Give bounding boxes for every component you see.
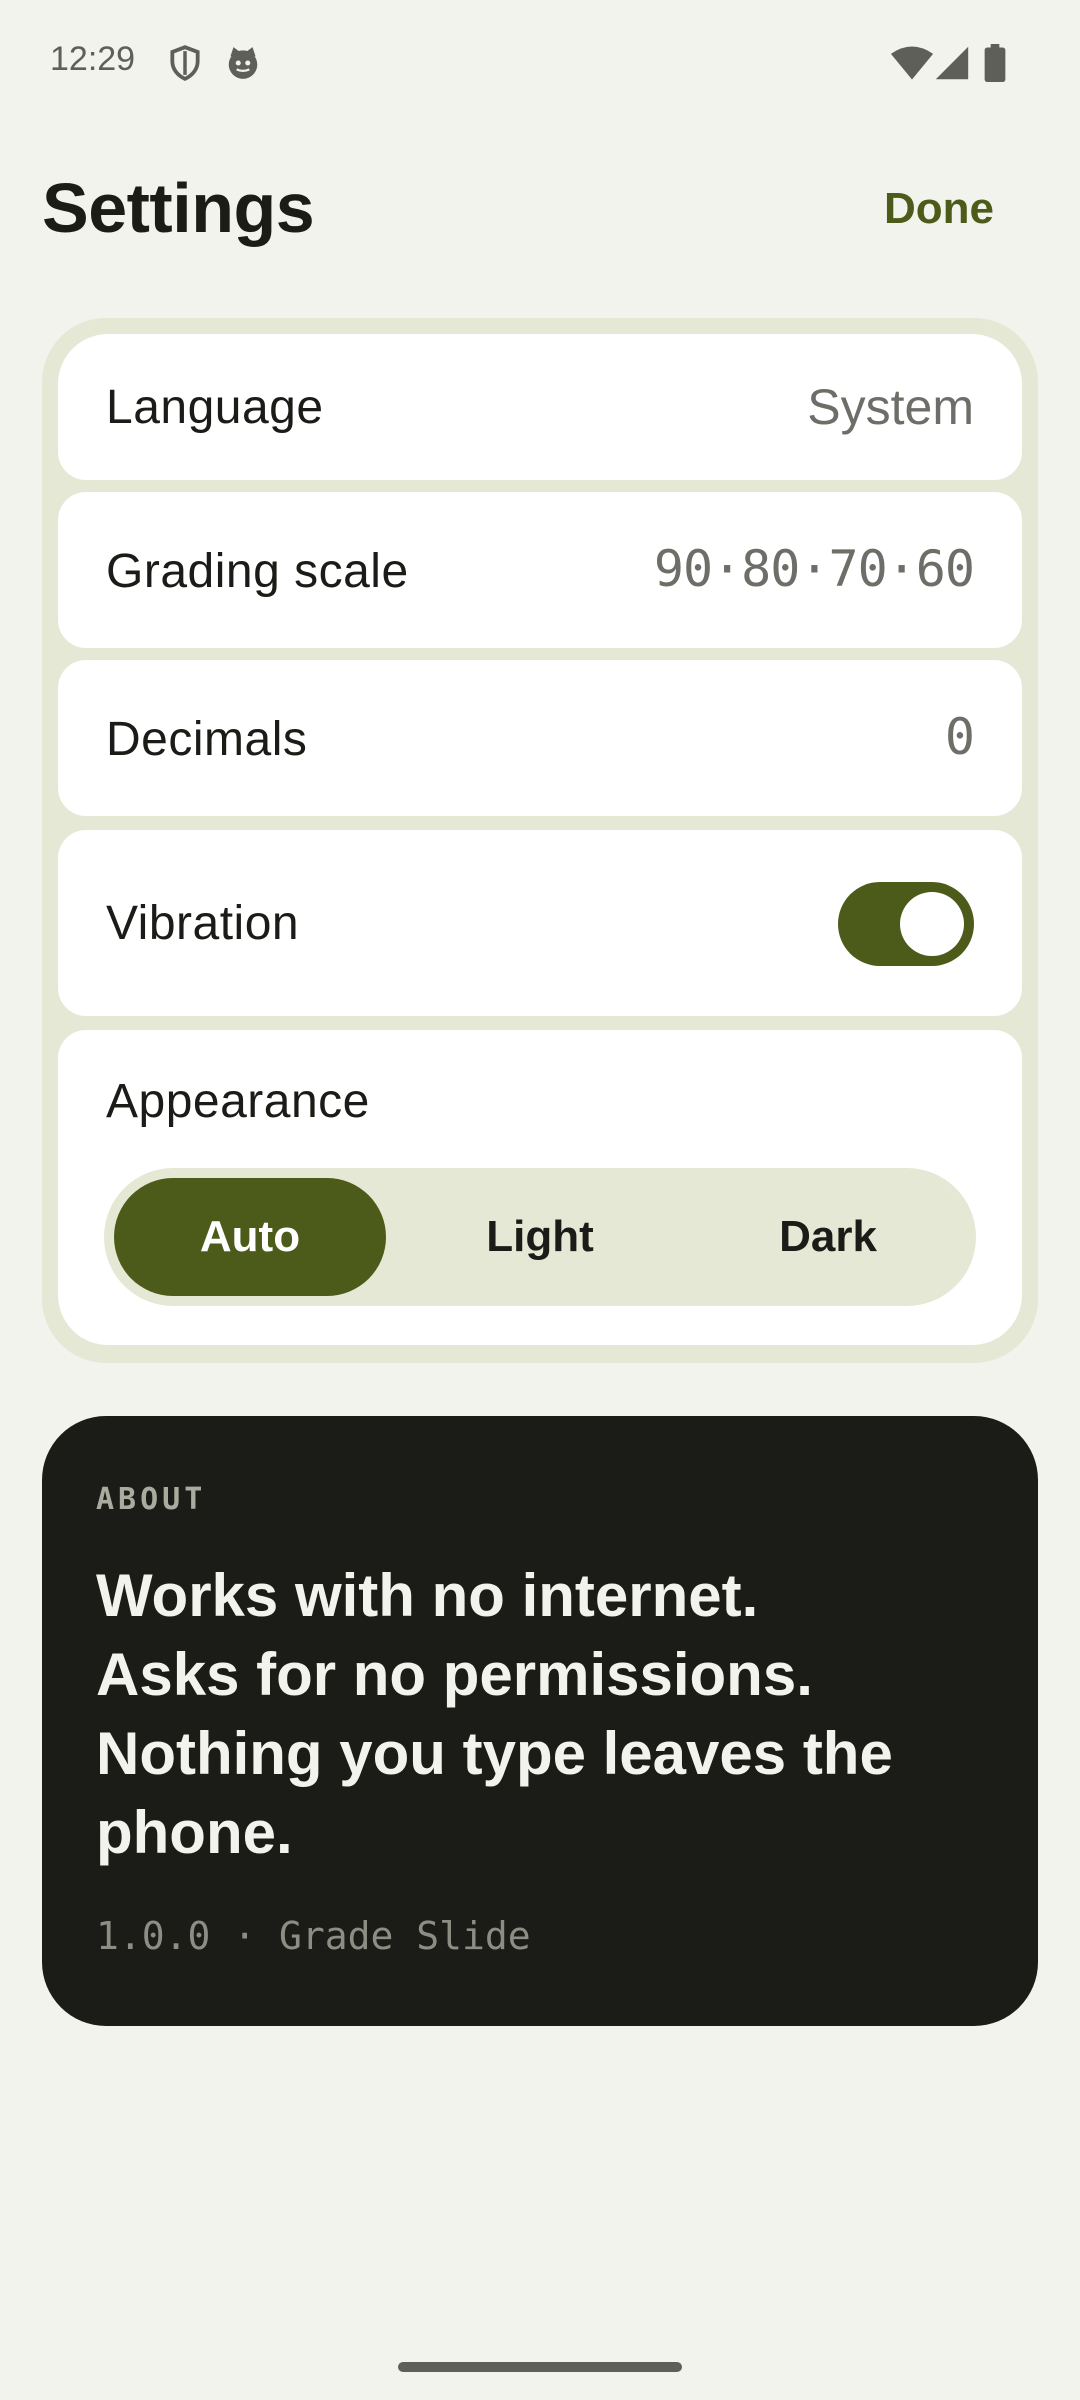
decimals-value: 0	[944, 708, 975, 766]
appearance-option-dark[interactable]: Dark	[692, 1178, 964, 1296]
app-version: 1.0.0 · Grade Slide	[96, 1914, 531, 1958]
grading-scale-value: 90·80·70·60	[653, 540, 975, 598]
appearance-label: Appearance	[106, 1075, 370, 1128]
setting-decimals[interactable]: Decimals 0	[58, 660, 1022, 816]
decimals-label: Decimals	[106, 713, 308, 766]
status-bar: 12:29	[0, 0, 1080, 130]
setting-language[interactable]: Language System	[58, 334, 1022, 480]
setting-appearance: Appearance Auto Light Dark	[58, 1030, 1022, 1345]
about-heading: ABOUT	[96, 1482, 207, 1517]
page-title: Settings	[42, 169, 315, 247]
setting-vibration[interactable]: Vibration	[58, 830, 1022, 1016]
settings-group: Language System Grading scale 90·80·70·6…	[42, 318, 1038, 1363]
cellular-signal-icon	[934, 44, 970, 82]
cat-face-icon	[224, 44, 262, 82]
appearance-option-auto[interactable]: Auto	[114, 1178, 386, 1296]
language-label: Language	[106, 381, 324, 434]
vibration-toggle[interactable]	[838, 882, 974, 966]
appearance-segmented-control: Auto Light Dark	[104, 1168, 976, 1306]
vibration-label: Vibration	[106, 897, 300, 950]
shield-icon	[166, 44, 204, 82]
language-value: System	[807, 379, 974, 435]
setting-grading-scale[interactable]: Grading scale 90·80·70·60	[58, 492, 1022, 648]
grading-scale-label: Grading scale	[106, 545, 409, 598]
home-indicator[interactable]	[398, 2362, 682, 2372]
wifi-icon	[890, 44, 934, 82]
toggle-knob	[900, 892, 964, 956]
about-line: Nothing you type leaves the	[96, 1720, 893, 1787]
done-button[interactable]: Done	[884, 184, 994, 234]
appearance-option-light[interactable]: Light	[404, 1178, 676, 1296]
about-line: Asks for no permissions.	[96, 1641, 813, 1708]
about-description: Works with no internet. Asks for no perm…	[96, 1556, 996, 1872]
about-card: ABOUT Works with no internet. Asks for n…	[42, 1416, 1038, 2026]
battery-icon	[984, 44, 1006, 82]
about-line: Works with no internet.	[96, 1562, 759, 1629]
about-line: phone.	[96, 1799, 293, 1866]
status-time: 12:29	[50, 40, 136, 78]
